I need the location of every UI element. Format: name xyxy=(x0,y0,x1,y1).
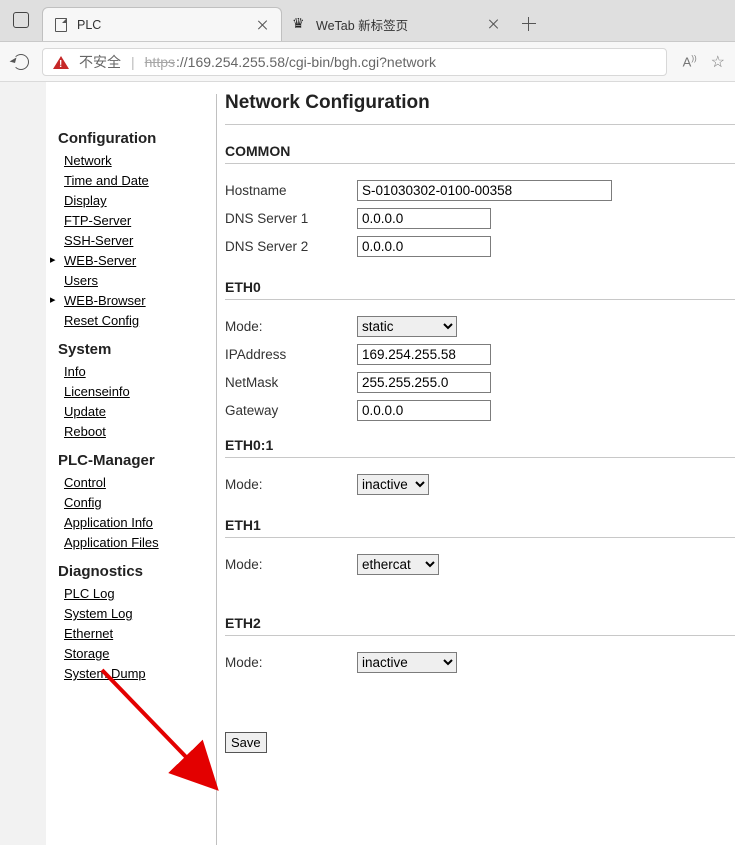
page: Configuration Network Time and Date Disp… xyxy=(0,82,735,845)
dns2-label: DNS Server 2 xyxy=(225,239,357,254)
eth0-ip-input[interactable] xyxy=(357,344,491,365)
sidebar-heading-diagnostics: Diagnostics xyxy=(58,563,216,580)
sidebar-item-network[interactable]: Network xyxy=(64,152,112,170)
close-icon[interactable] xyxy=(255,17,271,33)
tab-title: PLC xyxy=(77,18,249,32)
sidebar-heading-configuration: Configuration xyxy=(58,130,216,147)
sidebar-item-ethernet[interactable]: Ethernet xyxy=(64,625,113,643)
eth1-mode-label: Mode: xyxy=(225,557,357,572)
sidebar-item-system-dump[interactable]: System Dump xyxy=(64,665,146,683)
sidebar-item-web-browser[interactable]: WEB-Browser xyxy=(64,292,146,310)
url-scheme: https xyxy=(145,54,175,70)
eth0-1-mode-label: Mode: xyxy=(225,477,357,492)
new-tab-button[interactable] xyxy=(512,7,546,41)
addressbar-right-icons: A)) ☆ xyxy=(683,52,725,72)
eth2-mode-select[interactable]: inactive xyxy=(357,652,457,673)
tab-wetab[interactable]: WeTab 新标签页 xyxy=(282,7,512,41)
section-eth0-1: ETH0:1 xyxy=(225,437,735,453)
eth0-1-mode-select[interactable]: inactive xyxy=(357,474,429,495)
sidebar-item-application-files[interactable]: Application Files xyxy=(64,534,159,552)
sidebar-item-display[interactable]: Display xyxy=(64,192,107,210)
close-icon[interactable] xyxy=(486,16,502,32)
save-button[interactable]: Save xyxy=(225,732,267,753)
favorite-icon[interactable]: ☆ xyxy=(711,52,725,72)
address-bar[interactable]: 不安全 | https://169.254.255.58/cgi-bin/bgh… xyxy=(42,48,667,76)
tab-plc[interactable]: PLC xyxy=(42,7,282,41)
read-aloud-icon[interactable]: A)) xyxy=(683,54,697,69)
section-eth0: ETH0 xyxy=(225,279,735,295)
sidebar-heading-system: System xyxy=(58,341,216,358)
sidebar-item-config[interactable]: Config xyxy=(64,494,102,512)
browser-tabstrip: PLC WeTab 新标签页 xyxy=(0,0,735,42)
eth0-mask-input[interactable] xyxy=(357,372,491,393)
sidebar-item-update[interactable]: Update xyxy=(64,403,106,421)
left-gutter xyxy=(0,82,46,845)
sidebar-item-storage[interactable]: Storage xyxy=(64,645,110,663)
security-label: 不安全 xyxy=(79,52,121,72)
eth0-gw-input[interactable] xyxy=(357,400,491,421)
main-content: Network Configuration COMMON Hostname DN… xyxy=(217,82,735,845)
reload-icon[interactable] xyxy=(10,51,32,73)
sidebar-heading-plc-manager: PLC-Manager xyxy=(58,452,216,469)
sidebar-item-web-server[interactable]: WEB-Server xyxy=(64,252,136,270)
sidebar-item-reset-config[interactable]: Reset Config xyxy=(64,312,139,330)
sidebar-item-users[interactable]: Users xyxy=(64,272,98,290)
section-eth1: ETH1 xyxy=(225,517,735,533)
sidebar-item-control[interactable]: Control xyxy=(64,474,106,492)
section-eth2: ETH2 xyxy=(225,615,735,631)
page-icon xyxy=(53,17,69,33)
eth1-mode-select[interactable]: ethercat xyxy=(357,554,439,575)
eth2-mode-label: Mode: xyxy=(225,655,357,670)
hostname-input[interactable] xyxy=(357,180,612,201)
page-title: Network Configuration xyxy=(225,92,735,114)
sidebar-item-time-and-date[interactable]: Time and Date xyxy=(64,172,149,190)
dns2-input[interactable] xyxy=(357,236,491,257)
url-rest: ://169.254.255.58/cgi-bin/bgh.cgi?networ… xyxy=(176,54,436,70)
browser-toolbar: 不安全 | https://169.254.255.58/cgi-bin/bgh… xyxy=(0,42,735,82)
tab-title: WeTab 新标签页 xyxy=(316,15,480,34)
sidebar-item-info[interactable]: Info xyxy=(64,363,86,381)
hostname-label: Hostname xyxy=(225,183,357,198)
sidebar-item-plc-log[interactable]: PLC Log xyxy=(64,585,115,603)
eth0-ip-label: IPAddress xyxy=(225,347,357,362)
sidebar-item-ftp-server[interactable]: FTP-Server xyxy=(64,212,131,230)
wetab-icon xyxy=(292,16,308,32)
eth0-mode-select[interactable]: static xyxy=(357,316,457,337)
eth0-mask-label: NetMask xyxy=(225,375,357,390)
section-common: COMMON xyxy=(225,143,735,159)
eth0-gw-label: Gateway xyxy=(225,403,357,418)
sidebar-item-reboot[interactable]: Reboot xyxy=(64,423,106,441)
eth0-mode-label: Mode: xyxy=(225,319,357,334)
dns1-input[interactable] xyxy=(357,208,491,229)
insecure-icon xyxy=(53,48,69,69)
sidebar-item-licenseinfo[interactable]: Licenseinfo xyxy=(64,383,130,401)
sidebar-item-application-info[interactable]: Application Info xyxy=(64,514,153,532)
dns1-label: DNS Server 1 xyxy=(225,211,357,226)
sidebar-item-system-log[interactable]: System Log xyxy=(64,605,133,623)
sidebar: Configuration Network Time and Date Disp… xyxy=(46,82,216,845)
divider xyxy=(225,124,735,125)
app-menu-button[interactable] xyxy=(0,0,42,41)
sidebar-item-ssh-server[interactable]: SSH-Server xyxy=(64,232,133,250)
